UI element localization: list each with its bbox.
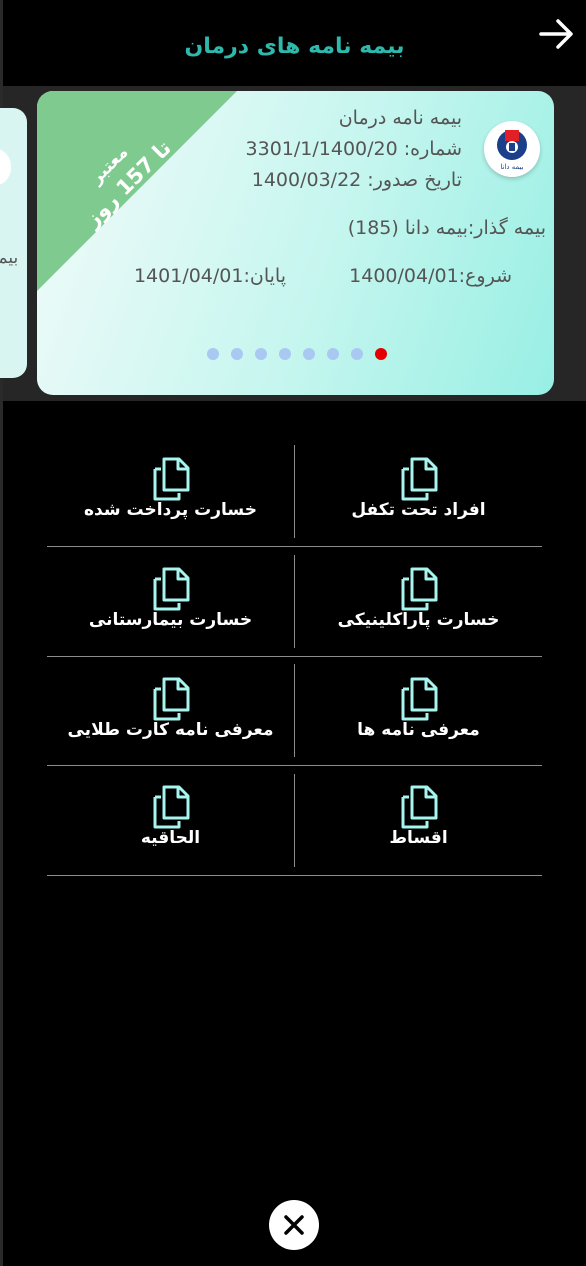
document-copy-icon — [401, 567, 437, 611]
document-copy-icon — [153, 785, 189, 829]
start-date: شروع:1400/04/01 — [349, 265, 512, 287]
end-date: پایان:1401/04/01 — [133, 265, 286, 287]
menu-item-gold-card-referral[interactable]: معرفی نامه کارت طلایی — [47, 660, 294, 768]
logo-caption: بیمه دانا — [500, 163, 524, 171]
menu-item-label: خسارت بیمارستانی — [88, 610, 253, 630]
issue-date-row: تاریخ صدور: 1400/03/22 — [252, 169, 462, 191]
pagination-dot[interactable] — [303, 348, 315, 360]
close-icon — [284, 1215, 304, 1235]
pagination-dot[interactable] — [327, 348, 339, 360]
menu-item-label: معرفی نامه کارت طلایی — [67, 720, 274, 740]
peek-card-text: بیم — [0, 248, 19, 268]
document-copy-icon — [153, 567, 189, 611]
menu-item-paraclinical-claims[interactable]: خسارت پاراکلینیکی — [295, 550, 542, 658]
policy-carousel[interactable]: بیم معتبر تا 157 روز بیمه دانا بیمه نامه… — [0, 86, 586, 401]
menu-item-hospital-claims[interactable]: خسارت بیمارستانی — [47, 550, 294, 658]
pagination-dot[interactable] — [207, 348, 219, 360]
insurer-logo-icon — [497, 130, 527, 160]
menu-item-endorsements[interactable]: الحاقیه — [47, 768, 294, 876]
insurer-logo — [0, 148, 11, 186]
policy-number: 3301/1/1400/20 — [245, 138, 398, 160]
policy-card[interactable]: معتبر تا 157 روز بیمه دانا بیمه نامه درم… — [37, 91, 554, 395]
menu-item-label: خسارت پرداخت شده — [84, 500, 257, 520]
menu-item-label: الحاقیه — [140, 828, 201, 848]
issue-date: 1400/03/22 — [251, 169, 362, 191]
menu-item-label: معرفی نامه ها — [357, 720, 480, 740]
menu-item-label: اقساط — [389, 828, 448, 848]
menu-item-label: خسارت پاراکلینیکی — [337, 610, 500, 630]
menu-item-installments[interactable]: اقساط — [295, 768, 542, 876]
issue-date-label: تاریخ صدور: — [367, 169, 462, 191]
arrow-right-icon — [539, 19, 573, 49]
pagination-dot[interactable] — [231, 348, 243, 360]
document-copy-icon — [153, 677, 189, 721]
pagination-dot[interactable] — [255, 348, 267, 360]
policy-number-row: شماره: 3301/1/1400/20 — [246, 138, 462, 160]
policy-number-label: شماره: — [403, 138, 462, 160]
menu-item-paid-claims[interactable]: خسارت پرداخت شده — [47, 440, 294, 548]
document-copy-icon — [401, 457, 437, 501]
page-title: بیمه نامه های درمان — [184, 34, 405, 59]
close-button[interactable] — [269, 1200, 319, 1250]
menu-item-referral-letters[interactable]: معرفی نامه ها — [295, 660, 542, 768]
menu-item-label: افراد تحت تکفل — [351, 500, 486, 520]
menu-item-dependents[interactable]: افراد تحت تکفل — [295, 440, 542, 548]
document-copy-icon — [401, 785, 437, 829]
header: بیمه نامه های درمان — [3, 0, 586, 86]
previous-policy-card[interactable]: بیم — [0, 108, 27, 378]
pagination-dot[interactable] — [279, 348, 291, 360]
policy-type: بیمه نامه درمان — [338, 107, 462, 129]
pagination-dot-active[interactable] — [375, 348, 387, 360]
carousel-pagination — [37, 348, 554, 362]
back-button[interactable] — [536, 14, 576, 54]
document-copy-icon — [401, 677, 437, 721]
pagination-dot[interactable] — [351, 348, 363, 360]
insurer-logo: بیمه دانا — [484, 121, 540, 177]
document-copy-icon — [153, 457, 189, 501]
insurer-name: بیمه گذار:بیمه دانا (185) — [347, 217, 546, 239]
